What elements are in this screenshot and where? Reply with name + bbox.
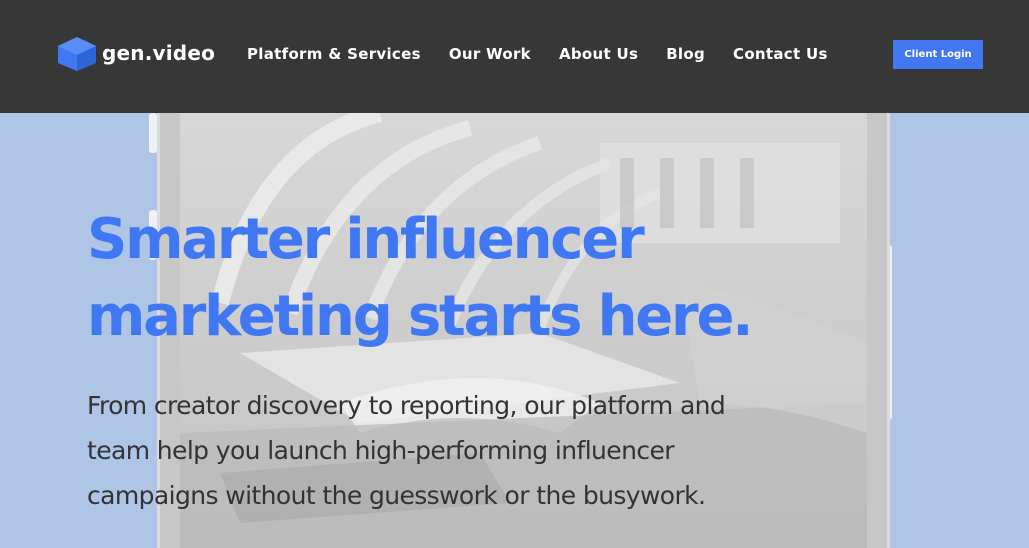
nav-item-platform-services[interactable]: Platform & Services (247, 45, 421, 63)
nav-item-about-us[interactable]: About Us (559, 45, 638, 63)
client-login-button[interactable]: Client Login (893, 40, 983, 69)
hero-subtitle-line: From creator discovery to reporting, our… (87, 391, 726, 420)
hero-title-line: marketing starts here. (87, 284, 754, 349)
device-side-tab (149, 113, 157, 153)
hero-subtitle-line: campaigns without the guesswork or the b… (87, 481, 706, 510)
brand-name: gen.video (102, 41, 216, 65)
hero-section: Smarter influencer marketing starts here… (0, 113, 1029, 548)
nav-item-our-work[interactable]: Our Work (449, 45, 531, 63)
main-nav: Platform & Services Our Work About Us Bl… (247, 45, 856, 63)
site-header: gen.video Platform & Services Our Work A… (0, 0, 1029, 113)
nav-item-blog[interactable]: Blog (666, 45, 705, 63)
hero-subtitle-line: team help you launch high-performing inf… (87, 436, 675, 465)
hero-subtitle: From creator discovery to reporting, our… (87, 383, 937, 518)
hero-title-line: Smarter influencer (87, 207, 645, 272)
brand-logo[interactable]: gen.video (56, 36, 215, 72)
cube-logo-icon (58, 37, 96, 71)
hero-title: Smarter influencer marketing starts here… (87, 201, 754, 355)
nav-item-contact-us[interactable]: Contact Us (733, 45, 828, 63)
